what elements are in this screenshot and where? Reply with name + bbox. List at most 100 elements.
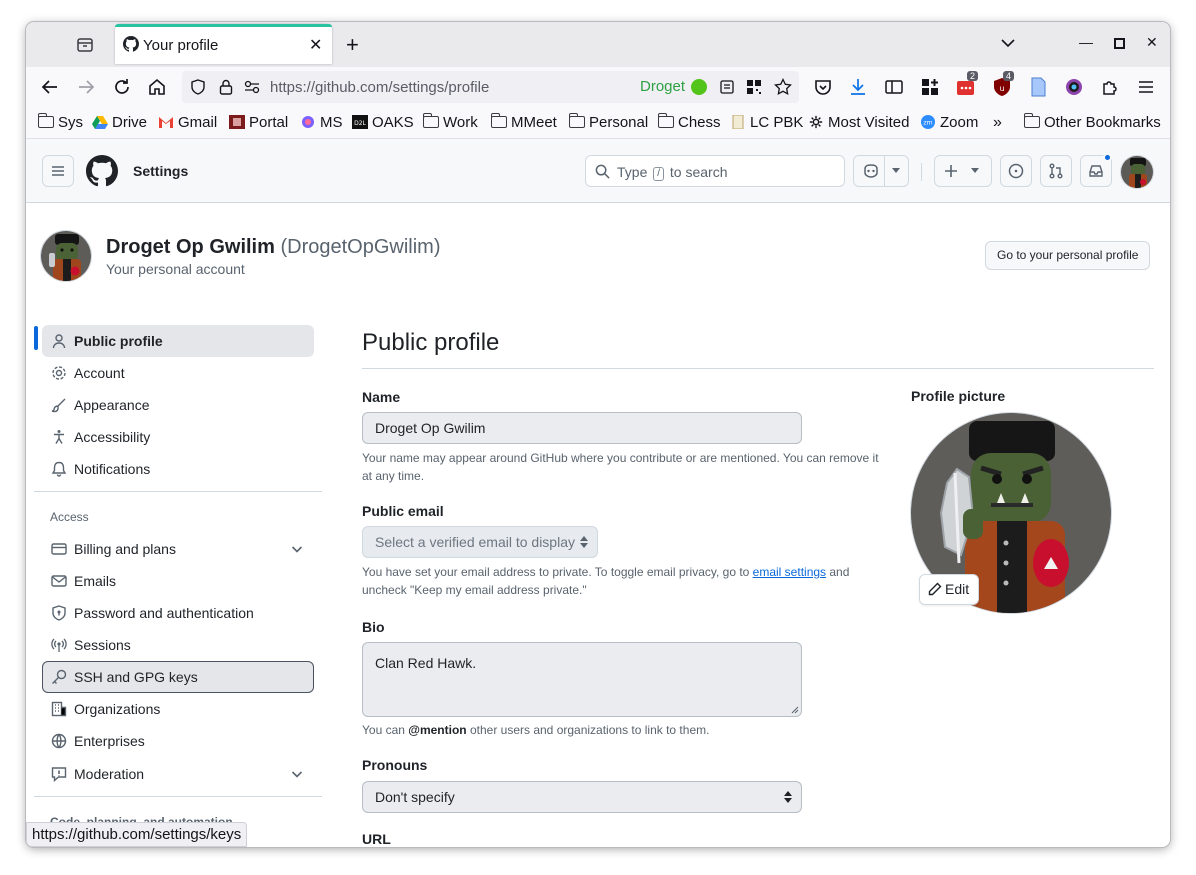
- settings-page: Droget Op Gwilim (DrogetOpGwilim) Your p…: [26, 203, 1170, 847]
- bookmark-personal[interactable]: Personal: [568, 113, 648, 131]
- navigation-bar: https://github.com/settings/profile Drog…: [26, 67, 1170, 107]
- document-extension-icon[interactable]: [1028, 77, 1048, 97]
- header-title[interactable]: Settings: [133, 163, 188, 179]
- search-input[interactable]: Type / to search: [585, 155, 845, 187]
- sidebar-item-sessions[interactable]: Sessions: [42, 629, 314, 661]
- chevron-down-icon[interactable]: [1000, 35, 1016, 51]
- bookmark-label: Other Bookmarks: [1044, 114, 1161, 131]
- email-note: You have set your email address to priva…: [362, 563, 862, 599]
- maximize-icon[interactable]: [1114, 38, 1125, 49]
- puzzle-extensions-icon[interactable]: [1100, 77, 1120, 97]
- person-icon: [52, 334, 66, 349]
- bookmark-other[interactable]: Other Bookmarks: [1023, 113, 1161, 131]
- sidebar-item-appearance[interactable]: Appearance: [42, 389, 314, 421]
- pronouns-select[interactable]: Don't specify: [362, 781, 802, 813]
- bookmark-label: Sys: [58, 114, 84, 131]
- account-subtitle: Your personal account: [106, 261, 245, 277]
- minimize-icon[interactable]: —: [1079, 34, 1093, 50]
- url-bar[interactable]: https://github.com/settings/profile Drog…: [182, 71, 799, 103]
- mention-text: @mention: [408, 723, 467, 737]
- extensions-grid-icon[interactable]: [920, 77, 940, 97]
- mail-icon: [51, 575, 67, 587]
- sidebar-item-organizations[interactable]: Organizations: [42, 693, 314, 725]
- inbox-button[interactable]: [1080, 153, 1112, 187]
- bookmark-star-icon[interactable]: [774, 78, 792, 96]
- back-icon[interactable]: [40, 77, 60, 97]
- sidebar-item-billing[interactable]: Billing and plans: [42, 533, 314, 565]
- sidebar-icon[interactable]: [884, 77, 904, 97]
- create-new-button[interactable]: [934, 155, 992, 187]
- todo-extension-icon[interactable]: 2: [956, 71, 979, 97]
- broadcast-icon: [51, 638, 67, 652]
- resize-handle-icon[interactable]: [791, 706, 799, 714]
- window-close-icon[interactable]: ✕: [1146, 34, 1158, 51]
- bookmark-label: Zoom: [940, 114, 979, 131]
- sidebar-item-emails[interactable]: Emails: [42, 565, 314, 597]
- close-tab-icon[interactable]: ✕: [309, 35, 322, 55]
- bookmark-gmail[interactable]: Gmail: [158, 114, 217, 131]
- organization-icon: [51, 701, 67, 717]
- go-to-profile-button[interactable]: Go to your personal profile: [985, 241, 1151, 270]
- permissions-icon[interactable]: [244, 79, 260, 95]
- sidebar-item-accessibility[interactable]: Accessibility: [42, 421, 314, 453]
- bookmark-chess[interactable]: Chess: [657, 113, 721, 131]
- bookmark-work[interactable]: Work: [422, 113, 478, 131]
- bookmark-sys[interactable]: Sys: [37, 113, 84, 131]
- reader-view-icon[interactable]: [720, 80, 734, 94]
- lock-icon[interactable]: [218, 78, 234, 96]
- bookmark-label: Portal: [249, 114, 289, 131]
- tracking-shield-icon[interactable]: [190, 79, 206, 95]
- bookmarks-overflow-icon[interactable]: »: [993, 114, 1002, 132]
- url-label: URL: [362, 831, 391, 847]
- search-key: /: [653, 167, 665, 181]
- bookmark-oaks[interactable]: D2L OAKS: [352, 114, 414, 131]
- sidebar-item-notifications[interactable]: Notifications: [42, 453, 314, 485]
- email-settings-link[interactable]: email settings: [753, 565, 826, 579]
- pocket-icon[interactable]: [813, 77, 833, 97]
- bookmark-ms[interactable]: MS: [300, 114, 343, 131]
- forward-icon[interactable]: [76, 77, 96, 97]
- public-email-select[interactable]: Select a verified email to display: [362, 526, 598, 558]
- svg-text:D2L: D2L: [354, 120, 366, 127]
- open-menu-button[interactable]: [42, 155, 74, 187]
- bookmark-mmeet[interactable]: MMeet: [490, 113, 557, 131]
- search-prefix: Type: [617, 164, 648, 180]
- search-icon: [595, 164, 610, 179]
- downloads-icon[interactable]: [848, 77, 868, 97]
- edit-picture-button[interactable]: Edit: [919, 574, 980, 605]
- folder-icon: [657, 113, 674, 128]
- issues-button[interactable]: [1000, 155, 1032, 187]
- tab-your-profile[interactable]: Your profile ✕: [115, 24, 332, 64]
- new-tab-icon[interactable]: +: [346, 32, 359, 58]
- tab-title: Your profile: [143, 37, 219, 54]
- copilot-button[interactable]: [853, 155, 909, 187]
- account-avatar: [40, 230, 92, 282]
- color-picker-extension-icon[interactable]: [1064, 77, 1084, 97]
- user-avatar[interactable]: [1120, 155, 1154, 189]
- bio-textarea[interactable]: Clan Red Hawk.: [362, 642, 802, 717]
- pull-requests-button[interactable]: [1040, 155, 1072, 187]
- sidebar-item-account[interactable]: Account: [42, 357, 314, 389]
- ublock-icon[interactable]: u 4: [992, 71, 1015, 97]
- bookmark-zoom[interactable]: zm Zoom: [920, 114, 978, 131]
- sidebar-item-moderation[interactable]: Moderation: [42, 758, 314, 790]
- sidebar-item-ssh-gpg-keys[interactable]: SSH and GPG keys: [42, 661, 314, 693]
- bio-note-text: other users and organizations to link to…: [466, 723, 710, 737]
- reload-icon[interactable]: [112, 77, 132, 97]
- bookmark-most-visited[interactable]: Most Visited: [808, 114, 909, 131]
- menu-icon[interactable]: [1136, 77, 1156, 97]
- caret-down-icon: [892, 168, 900, 173]
- issue-opened-icon: [1008, 163, 1024, 179]
- sidebar-item-public-profile[interactable]: Public profile: [42, 325, 314, 357]
- github-logo-icon[interactable]: [86, 155, 118, 187]
- bookmark-label: Chess: [678, 114, 721, 131]
- home-icon[interactable]: [147, 77, 167, 97]
- bookmark-drive[interactable]: Drive: [92, 114, 147, 131]
- bookmark-portal[interactable]: Portal: [229, 114, 288, 131]
- qr-code-icon[interactable]: [746, 79, 762, 95]
- name-field[interactable]: Droget Op Gwilim: [362, 412, 802, 444]
- sidebar-item-password[interactable]: Password and authentication: [42, 597, 314, 629]
- bookmark-lc-pbk[interactable]: LC PBK: [730, 114, 803, 131]
- firefox-view-icon[interactable]: [76, 36, 94, 54]
- sidebar-item-enterprises[interactable]: Enterprises: [42, 725, 314, 757]
